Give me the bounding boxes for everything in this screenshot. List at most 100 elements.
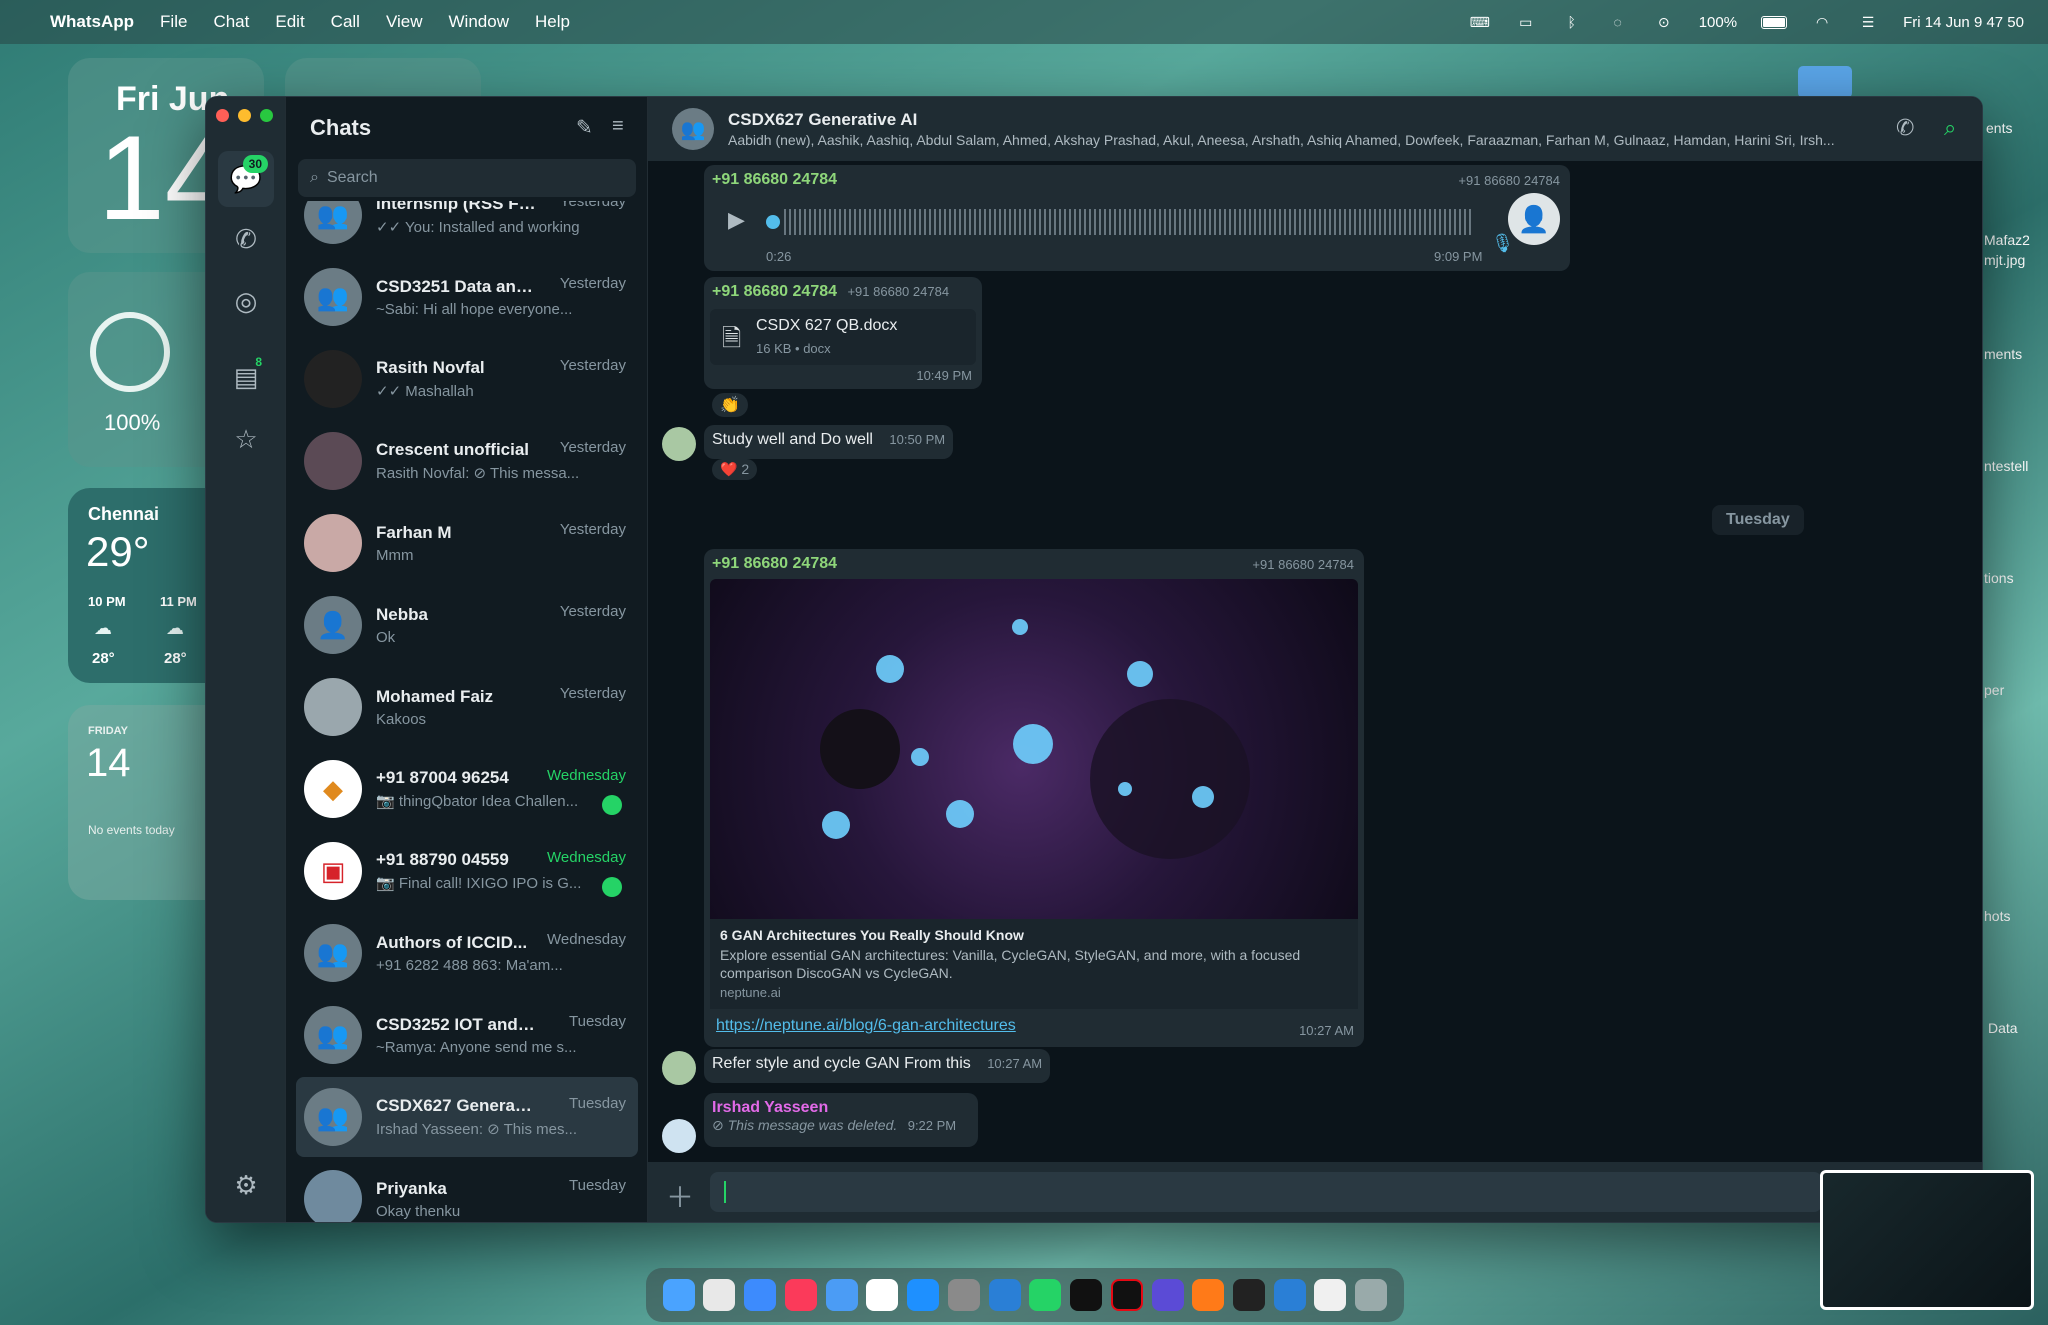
link-preview-card[interactable]: 6 GAN Architectures You Really Should Kn… xyxy=(710,919,1358,1009)
vscode-insiders-icon[interactable] xyxy=(1273,1279,1306,1311)
desktop-file-label[interactable]: Data xyxy=(1988,1020,2018,1036)
desktop-file-label[interactable]: Mafaz2 xyxy=(1984,232,2030,248)
document-message[interactable]: +91 86680 24784 +91 86680 24784 🗎 CSDX 6… xyxy=(704,277,982,389)
chat-row[interactable]: Farhan M Mmm Yesterday xyxy=(296,503,638,583)
text-message[interactable]: Study well and Do well 10:50 PM xyxy=(704,425,954,459)
chat-time: Yesterday xyxy=(559,275,626,292)
play-icon[interactable]: ⊙ xyxy=(1653,14,1675,30)
link-preview-image[interactable] xyxy=(710,579,1358,919)
desktop-file-label[interactable]: ments xyxy=(1984,346,2022,362)
calendar-icon[interactable] xyxy=(866,1279,899,1311)
voice-message[interactable]: +91 86680 24784 +91 86680 24784 ▶ 0:26 9… xyxy=(704,165,1570,271)
menu-help[interactable]: Help xyxy=(535,12,570,32)
chat-row[interactable]: Mohamed Faiz Kakoos Yesterday xyxy=(296,667,638,747)
desktop-file-label[interactable]: hots xyxy=(1984,908,2010,924)
play-icon[interactable]: ▶ xyxy=(728,207,745,233)
chat-row[interactable]: 👥 Authors of ICCID... +91 6282 488 863: Ma… xyxy=(296,913,638,993)
whatsapp-icon[interactable] xyxy=(1029,1279,1062,1311)
menu-file[interactable]: File xyxy=(160,12,187,32)
display-icon[interactable]: ▭ xyxy=(1515,14,1537,30)
link-url[interactable]: https://neptune.ai/blog/6-gan-architectu… xyxy=(716,1017,1016,1035)
plus-icon[interactable]: ＋ xyxy=(666,1176,694,1216)
chat-preview: ✓✓ Mashallah xyxy=(376,383,474,400)
finder-icon[interactable] xyxy=(662,1279,695,1311)
chat-row[interactable]: ▣ +91 88790 04559 📷 Final call! IXIGO IPO … xyxy=(296,831,638,911)
netflix-icon[interactable] xyxy=(1110,1279,1143,1311)
reaction-badge[interactable]: ❤️ 2 xyxy=(712,459,758,480)
filter-icon[interactable]: ≡ xyxy=(612,115,624,138)
folder-icon[interactable] xyxy=(1798,66,1852,98)
desktop-file-label[interactable]: ents xyxy=(1986,120,2012,136)
wifi-icon[interactable]: ◠ xyxy=(1811,14,1833,30)
vlc-icon[interactable] xyxy=(1192,1279,1225,1311)
chat-name: Internship (RSS Fe... xyxy=(376,201,536,213)
battery-icon[interactable] xyxy=(1761,15,1788,29)
reaction-badge[interactable]: 👏 xyxy=(712,393,748,417)
menu-window[interactable]: Window xyxy=(449,12,509,32)
vscode-icon[interactable] xyxy=(988,1279,1021,1311)
search-input[interactable]: ⌕ Search xyxy=(298,159,636,197)
channels-nav-button[interactable]: ▤ 8 xyxy=(218,349,274,405)
dock xyxy=(646,1268,1404,1322)
chats-nav-button[interactable]: 💬 30 xyxy=(218,151,274,207)
control-center-icon[interactable]: ☰ xyxy=(1857,14,1879,30)
bluetooth-icon[interactable]: ᛒ xyxy=(1561,14,1583,30)
launchpad-icon[interactable] xyxy=(703,1279,736,1311)
chat-row[interactable]: 👥 Internship (RSS Fe... ✓✓ You: Installed … xyxy=(296,201,638,255)
spinner-icon[interactable]: ◌ xyxy=(1607,14,1629,30)
new-chat-icon[interactable]: ✎ xyxy=(576,115,593,140)
search-icon[interactable]: ⌕ xyxy=(1944,115,1956,141)
text-message[interactable]: Refer style and cycle GAN From this 10:2… xyxy=(704,1049,1051,1083)
weather-city: Chennai xyxy=(88,504,160,524)
menubar-clock[interactable]: Fri 14 Jun 9 47 50 xyxy=(1903,14,2024,31)
chat-row[interactable]: Crescent unofficial Rasith Novfal: ⊘ This… xyxy=(296,421,638,501)
menu-chat[interactable]: Chat xyxy=(213,12,249,32)
deleted-message[interactable]: Irshad Yasseen ⊘ This message was delete… xyxy=(704,1093,978,1147)
minimize-button[interactable] xyxy=(238,109,251,122)
desktop-file-label[interactable]: tions xyxy=(1984,570,2014,586)
status-nav-button[interactable]: ◎ xyxy=(218,273,274,329)
mail-icon[interactable] xyxy=(825,1279,858,1311)
apple-tv-icon[interactable] xyxy=(1070,1279,1103,1311)
app-store-icon[interactable] xyxy=(907,1279,940,1311)
music-icon[interactable] xyxy=(784,1279,817,1311)
message-input[interactable] xyxy=(710,1172,1822,1212)
group-avatar: 👥 xyxy=(304,201,362,244)
desktop-file-label[interactable]: per xyxy=(1984,682,2004,698)
desktop-file-label[interactable]: mjt.jpg xyxy=(1984,252,2025,268)
calendar-weekday: FRIDAY xyxy=(88,725,128,737)
keyboard-icon[interactable]: ⌨ xyxy=(1469,14,1491,30)
chat-header[interactable]: 👥 CSDX627 Generative AI Aabidh (new), Aa… xyxy=(648,97,1982,161)
add-call-icon[interactable]: ✆ xyxy=(1896,115,1914,141)
menu-app-name[interactable]: WhatsApp xyxy=(50,12,134,32)
chat-row[interactable]: ◆ +91 87004 96254 📷 thingQbator Idea Chall… xyxy=(296,749,638,829)
trash-icon[interactable] xyxy=(1355,1279,1388,1311)
chat-row[interactable]: Rasith Novfal ✓✓ Mashallah Yesterday xyxy=(296,339,638,419)
system-settings-icon[interactable] xyxy=(947,1279,980,1311)
chat-row[interactable]: 👤 Nebba Ok Yesterday xyxy=(296,585,638,665)
link-message[interactable]: +91 86680 24784 +91 86680 24784 6 GAN Ar… xyxy=(704,549,1364,1047)
media-player-icon[interactable] xyxy=(1151,1279,1184,1311)
calls-nav-button[interactable]: ✆ xyxy=(218,211,274,267)
link-description: Explore essential GAN architectures: Van… xyxy=(720,947,1301,982)
documents-icon[interactable] xyxy=(1314,1279,1347,1311)
menu-call[interactable]: Call xyxy=(331,12,360,32)
close-button[interactable] xyxy=(216,109,229,122)
waveform[interactable] xyxy=(784,209,1474,235)
chat-preview: 📷 Final call! IXIGO IPO is G... xyxy=(376,875,582,892)
chat-row[interactable]: 👥 CSD3252 IOT and e... ~Ramya: Anyone send… xyxy=(296,995,638,1075)
playhead[interactable] xyxy=(766,215,780,229)
starred-nav-button[interactable]: ☆ xyxy=(218,411,274,467)
chat-row[interactable]: 👥 CSD3251 Data anal... ~Sabi: Hi all hope … xyxy=(296,257,638,337)
terminal-icon[interactable] xyxy=(1233,1279,1266,1311)
chat-row-selected[interactable]: 👥 CSDX627 Generativ... Irshad Yasseen: ⊘ T… xyxy=(296,1077,638,1157)
zoom-button[interactable] xyxy=(260,109,273,122)
desktop-file-label[interactable]: ntestell xyxy=(1984,458,2028,474)
menu-edit[interactable]: Edit xyxy=(275,12,304,32)
chat-row[interactable]: Priyanka Okay thenku Tuesday xyxy=(296,1159,638,1222)
settings-nav-button[interactable]: ⚙ xyxy=(218,1157,274,1213)
safari-icon[interactable] xyxy=(744,1279,777,1311)
menu-view[interactable]: View xyxy=(386,12,423,32)
screenshot-thumbnail[interactable] xyxy=(1820,1170,2034,1310)
document-card[interactable]: 🗎 CSDX 627 QB.docx 16 KB • docx xyxy=(710,309,976,365)
